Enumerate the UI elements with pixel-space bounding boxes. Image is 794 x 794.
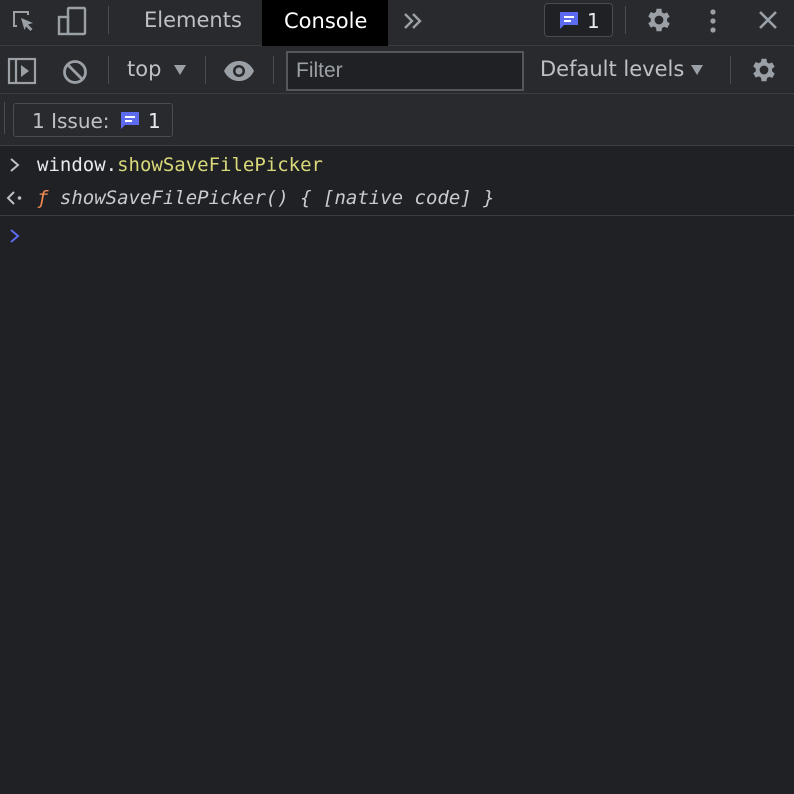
devtools-tab-bar: Elements Console 1	[0, 0, 794, 46]
issues-icon	[560, 12, 578, 29]
dropdown-arrow-icon	[691, 65, 703, 75]
sidebar-toggle-icon[interactable]	[7, 57, 37, 85]
result-arrow-icon	[6, 191, 22, 205]
inspect-icon[interactable]	[10, 8, 38, 36]
result-text: showSaveFilePicker() { [native code] }	[59, 187, 495, 209]
divider	[730, 56, 731, 84]
tab-console-label: Console	[284, 9, 368, 33]
live-expression-eye-icon[interactable]	[222, 59, 256, 83]
tab-console[interactable]: Console	[262, 0, 388, 46]
tab-elements[interactable]: Elements	[144, 10, 242, 31]
divider	[205, 56, 206, 84]
divider	[108, 6, 109, 34]
input-object: window.	[37, 154, 118, 176]
input-property: showSaveFilePicker	[117, 154, 323, 176]
issues-badge-button[interactable]: 1	[544, 3, 613, 37]
issues-badge-count: 1	[587, 9, 600, 33]
clear-console-icon[interactable]	[61, 58, 89, 86]
issues-icon	[121, 112, 139, 129]
console-prompt[interactable]	[0, 216, 794, 252]
divider	[273, 56, 274, 84]
console-settings-icon[interactable]	[749, 55, 779, 85]
log-levels-dropdown[interactable]: Default levels	[540, 57, 706, 85]
console-output: window.showSaveFilePicker ƒ showSaveFile…	[0, 146, 794, 794]
prompt-chevron-icon	[10, 229, 20, 243]
settings-icon[interactable]	[644, 5, 674, 35]
filter-input[interactable]	[296, 59, 506, 83]
divider	[625, 6, 626, 34]
divider	[4, 102, 5, 134]
context-selector-value: top	[127, 57, 162, 81]
console-result-line: ƒ showSaveFilePicker() { [native code] }	[0, 182, 794, 216]
issues-button-label: 1 Issue:	[32, 109, 110, 133]
dropdown-arrow-icon	[174, 65, 186, 75]
log-levels-label: Default levels	[540, 57, 685, 81]
close-icon[interactable]	[757, 9, 779, 31]
divider	[108, 56, 109, 84]
console-input-line: window.showSaveFilePicker	[0, 146, 794, 182]
kebab-menu-icon[interactable]	[703, 7, 723, 35]
function-f-marker: ƒ	[37, 187, 49, 209]
issues-button[interactable]: 1 Issue: 1	[13, 103, 173, 137]
input-chevron-icon	[10, 158, 20, 172]
context-selector[interactable]: top	[127, 57, 189, 85]
issues-button-count: 1	[148, 109, 161, 133]
device-toggle-icon[interactable]	[56, 6, 88, 36]
filter-field[interactable]	[286, 51, 524, 91]
more-tabs-icon[interactable]	[402, 11, 424, 31]
